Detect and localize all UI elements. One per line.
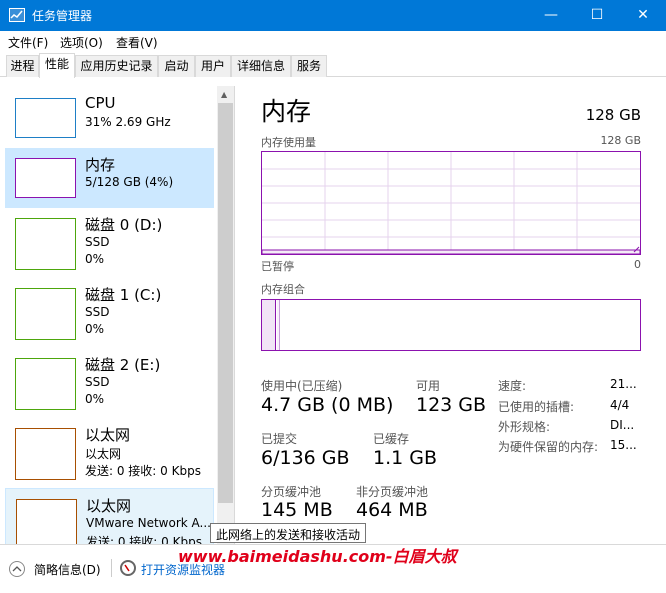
resource-detail: 31% 2.69 GHz xyxy=(85,115,171,129)
menu-file[interactable]: 文件(F) xyxy=(8,34,48,51)
maximize-button[interactable]: ☐ xyxy=(574,0,620,31)
network-tooltip: 此网络上的发送和接收活动 xyxy=(210,523,367,543)
title-bar[interactable]: 任务管理器 — ☐ ✕ xyxy=(0,0,666,31)
task-manager-icon xyxy=(9,8,25,22)
resource-list-scrollbar[interactable]: ▲ xyxy=(217,86,234,544)
cpu-thumbnail-graph xyxy=(15,98,76,138)
resource-detail: 5/128 GB (4%) xyxy=(85,175,174,189)
disk-thumbnail-graph xyxy=(15,288,76,340)
tab-services[interactable]: 服务 xyxy=(291,55,327,77)
menu-view[interactable]: 查看(V) xyxy=(116,34,158,51)
resource-name: 以太网 xyxy=(85,426,131,444)
usage-graph-label: 内存使用量 xyxy=(261,136,316,149)
fewer-details-button[interactable]: 简略信息(D) xyxy=(34,561,101,578)
speed-label: 速度: xyxy=(498,379,527,393)
resource-usage: 0% xyxy=(85,252,105,266)
resource-monitor-icon[interactable] xyxy=(120,560,136,576)
resource-name: 内存 xyxy=(85,156,116,174)
menu-bar: 文件(F) 选项(O) 查看(V) xyxy=(0,31,666,52)
resource-usage: 发送: 0 接收: 0 Kbps xyxy=(85,464,201,478)
memory-usage-grid xyxy=(262,152,640,254)
resource-disk-0[interactable]: 磁盘 0 (D:) SSD 0% xyxy=(5,208,214,278)
in-use-segment xyxy=(262,300,276,350)
disk-thumbnail-graph xyxy=(15,218,76,270)
slots-label: 已使用的插槽: xyxy=(498,400,575,414)
resource-name: 磁盘 2 (E:) xyxy=(85,356,161,374)
resource-list: CPU 31% 2.69 GHz 内存 5/128 GB (4%) 磁盘 0 (… xyxy=(0,86,217,544)
in-use-label: 使用中(已压缩) xyxy=(261,379,343,393)
paged-pool-value: 145 MB xyxy=(261,499,333,521)
resource-detail: SSD xyxy=(85,305,110,319)
resource-name: 磁盘 0 (D:) xyxy=(85,216,163,234)
resource-disk-2[interactable]: 磁盘 2 (E:) SSD 0% xyxy=(5,348,214,418)
available-label: 可用 xyxy=(416,379,441,393)
cached-value: 1.1 GB xyxy=(373,447,438,469)
nonpaged-pool-label: 非分页缓冲池 xyxy=(356,485,429,499)
memory-composition-bar[interactable] xyxy=(261,299,641,351)
hardware-reserved-label: 为硬件保留的内存: xyxy=(498,440,599,454)
menu-options[interactable]: 选项(O) xyxy=(60,34,103,51)
resource-ethernet-2[interactable]: 以太网 VMware Network A... 发送: 0 接收: 0 Kbps xyxy=(5,488,214,544)
slots-value: 4/4 xyxy=(610,398,630,412)
hardware-reserved-value: 15... xyxy=(610,438,637,452)
resource-disk-1[interactable]: 磁盘 1 (C:) SSD 0% xyxy=(5,278,214,348)
form-factor-value: DI... xyxy=(610,418,635,432)
resource-name: 磁盘 1 (C:) xyxy=(85,286,162,304)
cached-segment xyxy=(277,300,280,350)
resource-usage: 0% xyxy=(85,322,105,336)
resource-memory[interactable]: 内存 5/128 GB (4%) xyxy=(5,148,214,208)
tab-app-history[interactable]: 应用历史记录 xyxy=(75,55,158,77)
scroll-up-icon[interactable]: ▲ xyxy=(221,90,227,99)
ethernet-thumbnail-graph xyxy=(16,499,77,544)
in-use-value: 4.7 GB (0 MB) xyxy=(261,394,394,416)
memory-thumbnail-graph xyxy=(15,158,76,198)
tab-startup[interactable]: 启动 xyxy=(158,55,195,77)
committed-label: 已提交 xyxy=(261,432,298,446)
bottom-separator xyxy=(111,559,112,577)
usage-graph-max: 128 GB xyxy=(600,134,641,147)
resource-detail: SSD xyxy=(85,235,110,249)
resource-usage: 0% xyxy=(85,392,105,406)
memory-usage-graph xyxy=(261,151,641,255)
close-button[interactable]: ✕ xyxy=(620,0,666,31)
graph-paused-caption: 已暂停 xyxy=(261,260,294,273)
nonpaged-pool-value: 464 MB xyxy=(356,499,428,521)
page-title: 内存 xyxy=(261,97,312,126)
tab-details[interactable]: 详细信息 xyxy=(231,55,291,77)
resource-cpu[interactable]: CPU 31% 2.69 GHz xyxy=(5,88,214,148)
scrollbar-thumb[interactable] xyxy=(218,103,233,503)
resource-ethernet-1[interactable]: 以太网 以太网 发送: 0 接收: 0 Kbps xyxy=(5,418,214,488)
disk-thumbnail-graph xyxy=(15,358,76,410)
resource-detail: VMware Network A... xyxy=(86,516,211,530)
resource-name: 以太网 xyxy=(86,497,132,515)
watermark-text: www.baimeidashu.com-白眉大叔 xyxy=(178,547,457,566)
chevron-up-icon[interactable] xyxy=(9,561,25,577)
form-factor-label: 外形规格: xyxy=(498,420,551,434)
cached-label: 已缓存 xyxy=(373,432,410,446)
tab-processes[interactable]: 进程 xyxy=(6,55,39,77)
tab-bar: 进程 性能 应用历史记录 启动 用户 详细信息 服务 xyxy=(0,52,666,78)
tab-performance[interactable]: 性能 xyxy=(39,53,75,78)
tab-users[interactable]: 用户 xyxy=(195,55,231,77)
committed-value: 6/136 GB xyxy=(261,447,350,469)
minimize-button[interactable]: — xyxy=(528,0,574,31)
available-value: 123 GB xyxy=(416,394,487,416)
composition-label: 内存组合 xyxy=(261,283,305,296)
memory-detail-pane: 内存 128 GB 内存使用量 128 GB 已暂停 0 内存组合 使用中(已压… xyxy=(235,86,666,544)
total-memory: 128 GB xyxy=(585,106,641,124)
graph-zero-caption: 0 xyxy=(634,258,641,271)
ethernet-thumbnail-graph xyxy=(15,428,76,480)
paged-pool-label: 分页缓冲池 xyxy=(261,485,322,499)
resource-detail: 以太网 xyxy=(85,447,122,461)
speed-value: 21... xyxy=(610,377,637,391)
resource-name: CPU xyxy=(85,94,116,112)
window-title: 任务管理器 xyxy=(32,9,93,23)
resource-detail: SSD xyxy=(85,375,110,389)
